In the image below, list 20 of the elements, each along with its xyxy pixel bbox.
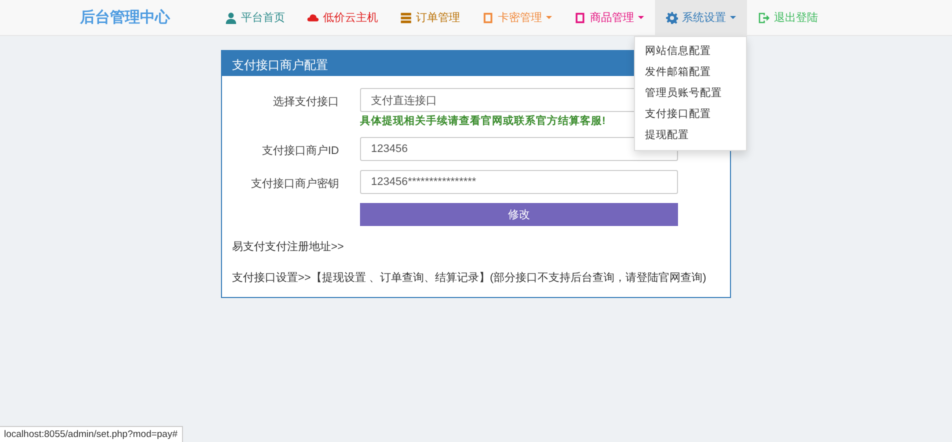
status-bar-url: localhost:8055/admin/set.php?mod=pay# [0,426,182,442]
gear-icon [666,12,678,24]
field-label: 选择支付接口 [272,94,339,109]
cloud-icon [307,12,319,24]
list-icon [400,12,412,24]
input-field[interactable]: 123456**************** [360,170,678,194]
nav-item[interactable]: 系统设置 [655,0,747,35]
register-link[interactable]: 易支付支付注册地址>> [232,239,344,254]
nav-item[interactable]: 平台首页 [214,0,296,35]
field-label: 支付接口商户ID [261,144,339,158]
settings-note: 支付接口设置>>【提现设置 、订单查询、结算记录】(部分接口不支持后台查询，请登陆官网查询) [232,270,708,285]
site-title: 后台管理中心 [80,8,170,27]
nav-item[interactable]: 低价云主机 [296,0,389,35]
nav-item[interactable]: 订单管理 [389,0,471,35]
exit-icon [758,12,770,24]
nav-item[interactable]: 商品管理 [563,0,655,35]
help-text: 具体提现相关手续请查看官网或联系官方结算客服! [360,114,606,128]
field-label: 支付接口商户密钥 [250,176,339,191]
user-icon [225,12,237,24]
submit-button[interactable]: 修改 [360,203,678,226]
